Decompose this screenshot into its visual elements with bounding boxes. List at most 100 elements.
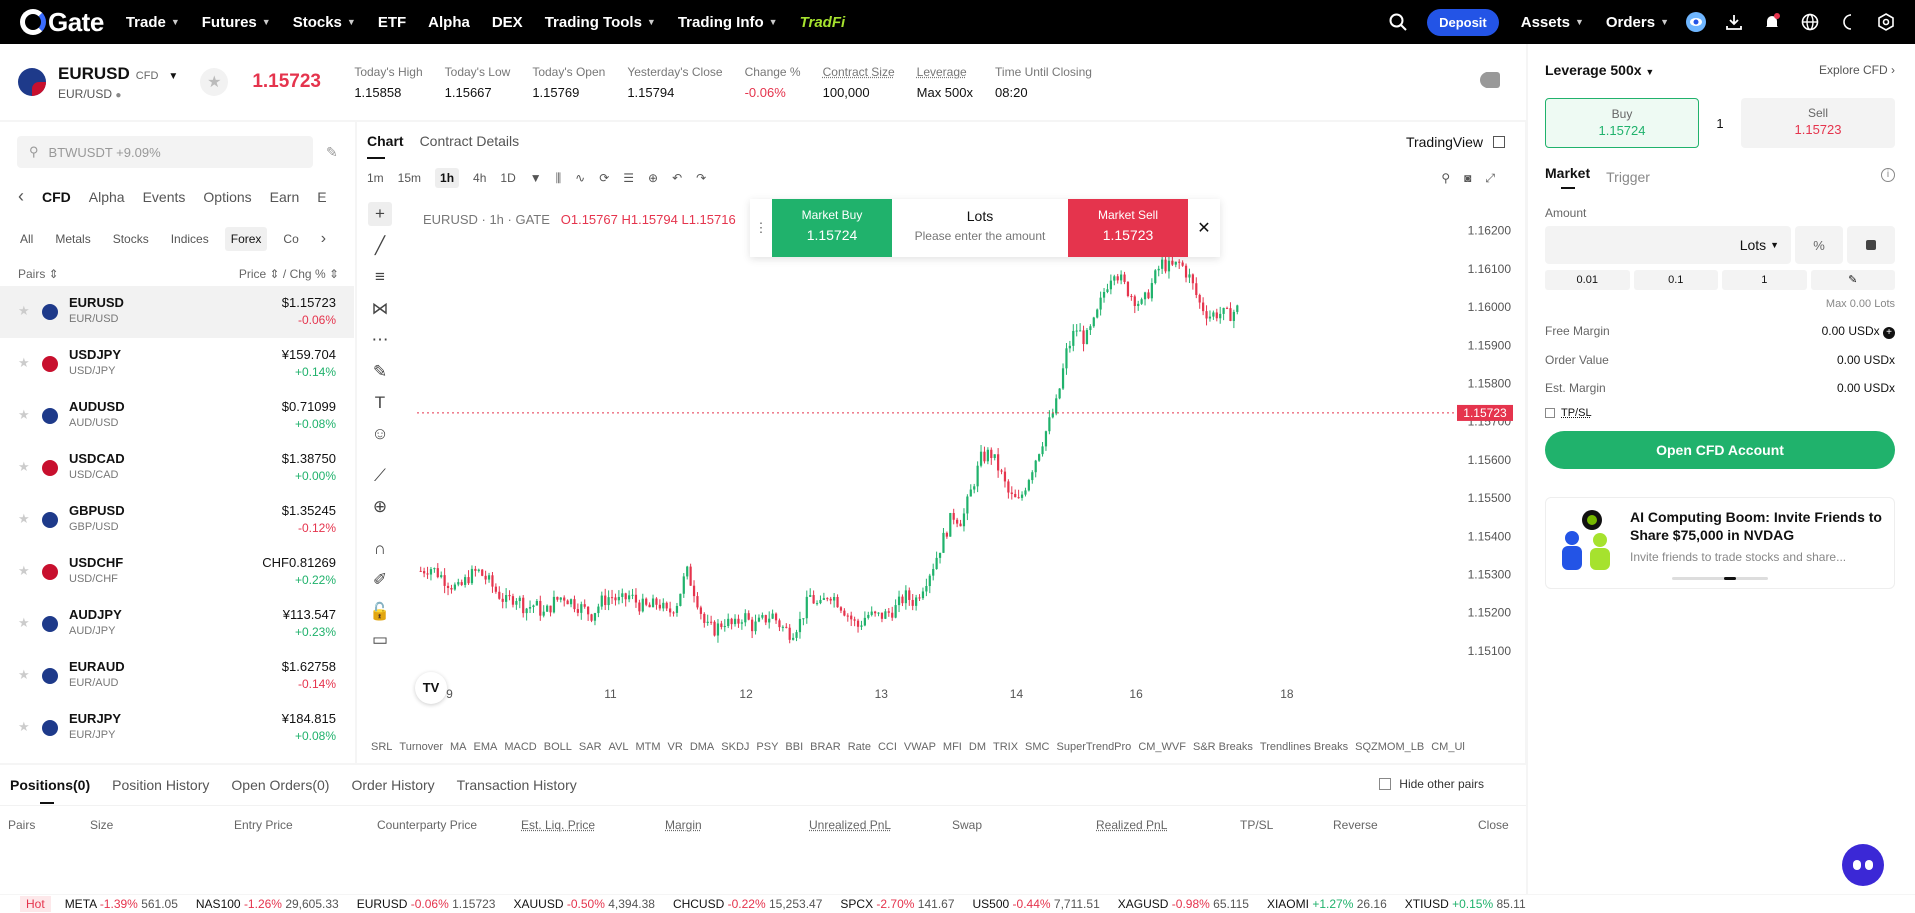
tpsl-toggle[interactable]: TP/SL: [1545, 407, 1895, 419]
drag-handle-icon[interactable]: ⋮: [750, 199, 772, 257]
chevron-left-icon[interactable]: ‹: [18, 186, 24, 207]
favorite-star-icon[interactable]: ★: [18, 719, 30, 735]
ruler-icon[interactable]: ⟋: [368, 464, 392, 488]
search-input[interactable]: ⚲ BTWUSDT +9.09%: [17, 136, 313, 168]
interval-1d[interactable]: 1D: [500, 171, 515, 185]
indicator-smc[interactable]: SMC: [1025, 741, 1049, 753]
candlestick-plot[interactable]: 9 11 12 13 14 16 18: [417, 198, 1457, 704]
subtab-forex[interactable]: Forex: [224, 227, 268, 251]
subtab-stocks[interactable]: Stocks: [107, 227, 155, 251]
subtab-metals[interactable]: Metals: [49, 227, 96, 251]
favorite-star-icon[interactable]: ★: [18, 355, 30, 371]
info-icon[interactable]: i: [1881, 168, 1895, 182]
tab-alpha[interactable]: Alpha: [89, 189, 125, 205]
nav-etf[interactable]: ETF: [378, 14, 406, 31]
settings-icon[interactable]: [1875, 11, 1897, 33]
lots-input[interactable]: Lots Please enter the amount: [892, 199, 1068, 257]
favorite-star-icon[interactable]: ★: [18, 511, 30, 527]
indicator-sar[interactable]: SAR: [579, 741, 602, 753]
tab-contract-details[interactable]: Contract Details: [420, 133, 520, 149]
tab-order-history[interactable]: Order History: [351, 777, 434, 793]
gate-logo[interactable]: Gate: [20, 7, 104, 38]
indicator-trix[interactable]: TRIX: [993, 741, 1018, 753]
zoom-in-icon[interactable]: ⊕: [368, 495, 392, 519]
tab-e[interactable]: E: [317, 189, 326, 205]
candle-type-icon[interactable]: ⫼: [556, 171, 562, 186]
magnet-icon[interactable]: ∩: [368, 537, 392, 561]
market-row[interactable]: ★ EURAUD EUR/AUD $1.62758 -0.14%: [0, 650, 354, 702]
favorite-star-icon[interactable]: ★: [18, 303, 30, 319]
nav-futures[interactable]: Futures ▼: [202, 14, 271, 31]
subtab-indices[interactable]: Indices: [165, 227, 215, 251]
indicator-s-r-breaks[interactable]: S&R Breaks: [1193, 741, 1253, 753]
lock-icon[interactable]: 🔓: [368, 600, 392, 624]
template-icon[interactable]: ☰: [623, 171, 634, 185]
carousel-dots[interactable]: [1672, 577, 1768, 580]
chat-support-button[interactable]: [1842, 844, 1884, 886]
market-row[interactable]: ★ USDCHF USD/CHF CHF0.81269 +0.22%: [0, 546, 354, 598]
deposit-button[interactable]: Deposit: [1427, 8, 1499, 36]
interval-4h[interactable]: 4h: [473, 171, 486, 185]
nav-dex[interactable]: DEX: [492, 14, 523, 31]
buy-button[interactable]: Buy 1.15724: [1545, 98, 1699, 148]
book-icon[interactable]: [1484, 72, 1500, 88]
indicator-dma[interactable]: DMA: [690, 741, 714, 753]
tab-open-orders-[interactable]: Open Orders(0): [231, 777, 329, 793]
crosshair-icon[interactable]: +: [368, 202, 392, 226]
nav-assets[interactable]: Assets ▼: [1521, 14, 1584, 31]
interval-15m[interactable]: 15m: [398, 171, 421, 185]
indicator-turnover[interactable]: Turnover: [399, 741, 443, 753]
sell-button[interactable]: Sell 1.15723: [1741, 98, 1895, 148]
hide-other-pairs-toggle[interactable]: Hide other pairs: [1379, 777, 1484, 791]
download-icon[interactable]: [1723, 11, 1745, 33]
market-sell-button[interactable]: Market Sell 1.15723: [1068, 199, 1188, 257]
explore-cfd-link[interactable]: Explore CFD ›: [1819, 63, 1895, 77]
ticker-item[interactable]: XTIUSD +0.15% 85.11: [1405, 897, 1526, 911]
indicator-ma[interactable]: MA: [450, 741, 467, 753]
add-icon[interactable]: ⊕: [648, 171, 658, 185]
tpsl-checkbox[interactable]: [1545, 408, 1555, 418]
market-row[interactable]: ★ AUDJPY AUD/JPY ¥113.547 +0.23%: [0, 598, 354, 650]
col-pairs[interactable]: Pairs ⇕: [18, 267, 59, 281]
indicator-ema[interactable]: EMA: [474, 741, 498, 753]
nav-trade[interactable]: Trade ▼: [126, 14, 180, 31]
ticker-item[interactable]: XAGUSD -0.98% 65.115: [1118, 897, 1249, 911]
favorite-star-icon[interactable]: ★: [200, 68, 229, 96]
indicator-skdj[interactable]: SKDJ: [721, 741, 749, 753]
indicator-brar[interactable]: BRAR: [810, 741, 841, 753]
indicator-mfi[interactable]: MFI: [943, 741, 962, 753]
col-margin[interactable]: Margin: [665, 818, 702, 832]
redo-icon[interactable]: ↷: [696, 171, 706, 185]
tab-market[interactable]: Market: [1545, 165, 1590, 189]
interval-1h[interactable]: 1h: [435, 168, 460, 188]
globe-icon[interactable]: [1799, 11, 1821, 33]
brush-icon[interactable]: ✎: [368, 360, 392, 384]
indicators-icon[interactable]: ∿: [575, 171, 585, 185]
indicator-vwap[interactable]: VWAP: [904, 741, 936, 753]
nav-stocks[interactable]: Stocks ▼: [293, 14, 356, 31]
chevron-right-icon[interactable]: ›: [315, 225, 332, 253]
indicator-psy[interactable]: PSY: [756, 741, 778, 753]
col-unrealized-pnl[interactable]: Unrealized PnL: [809, 818, 891, 832]
pattern-icon[interactable]: ⋈: [368, 297, 392, 321]
nav-tradfi[interactable]: TradFi: [800, 14, 846, 31]
replay-icon[interactable]: ⟳: [599, 171, 609, 185]
indicator-cm-ul[interactable]: CM_Ul: [1431, 741, 1465, 753]
fullscreen-icon[interactable]: ⤢: [1485, 171, 1495, 186]
market-row[interactable]: ★ AUDUSD AUD/USD $0.71099 +0.08%: [0, 390, 354, 442]
close-icon[interactable]: ✕: [1188, 199, 1220, 257]
indicator-cm-wvf[interactable]: CM_WVF: [1138, 741, 1186, 753]
quick-amount-button[interactable]: 1: [1722, 270, 1807, 290]
ticker-item[interactable]: SPCX -2.70% 141.67: [840, 897, 954, 911]
nav-orders[interactable]: Orders ▼: [1606, 14, 1669, 31]
indicator-sqzmom-lb[interactable]: SQZMOM_LB: [1355, 741, 1424, 753]
nav-trading-info[interactable]: Trading Info ▼: [678, 14, 778, 31]
moon-icon[interactable]: [1837, 11, 1859, 33]
open-cfd-account-button[interactable]: Open CFD Account: [1545, 431, 1895, 469]
tradingview-checkbox[interactable]: [1493, 136, 1505, 148]
market-row[interactable]: ★ USDJPY USD/JPY ¥159.704 +0.14%: [0, 338, 354, 390]
indicator-supertrendpro[interactable]: SuperTrendPro: [1057, 741, 1132, 753]
col-price-chg[interactable]: Price ⇕ / Chg % ⇕: [239, 267, 339, 281]
interval-1m[interactable]: 1m: [367, 171, 384, 185]
nav-trading-tools[interactable]: Trading Tools ▼: [545, 14, 656, 31]
